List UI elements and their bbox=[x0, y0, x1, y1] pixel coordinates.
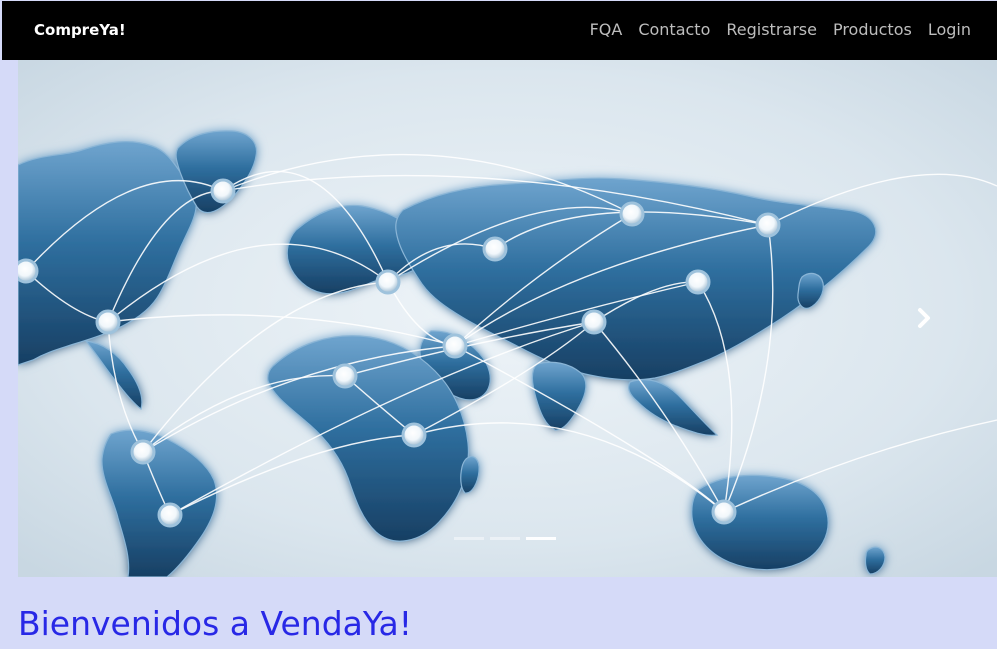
map-node bbox=[210, 178, 236, 204]
nav-link-contacto[interactable]: Contacto bbox=[638, 20, 710, 39]
map-node bbox=[482, 236, 508, 262]
map-node bbox=[442, 333, 468, 359]
map-node bbox=[375, 269, 401, 295]
brand-logo[interactable]: CompreYa! bbox=[34, 21, 126, 39]
nav-link-productos[interactable]: Productos bbox=[833, 20, 912, 39]
page: CompreYa! FQA Contacto Registrarse Produ… bbox=[0, 0, 997, 652]
map-node bbox=[130, 439, 156, 465]
map-node bbox=[95, 309, 121, 335]
nav-link-login[interactable]: Login bbox=[928, 20, 971, 39]
carousel-indicator-2[interactable] bbox=[490, 537, 520, 540]
map-node bbox=[581, 309, 607, 335]
top-navbar: CompreYa! FQA Contacto Registrarse Produ… bbox=[2, 1, 997, 60]
carousel-next-button[interactable] bbox=[912, 304, 936, 332]
nav-link-registrarse[interactable]: Registrarse bbox=[726, 20, 817, 39]
carousel-indicators bbox=[454, 537, 556, 540]
map-node bbox=[401, 422, 427, 448]
map-node bbox=[711, 499, 737, 525]
map-node bbox=[18, 258, 39, 284]
map-node bbox=[619, 201, 645, 227]
nav-link-fqa[interactable]: FQA bbox=[590, 20, 623, 39]
carousel-indicator-1[interactable] bbox=[454, 537, 484, 540]
carousel-indicator-3-active[interactable] bbox=[526, 537, 556, 540]
map-node bbox=[332, 363, 358, 389]
chevron-right-icon bbox=[918, 308, 930, 328]
navigation-links: FQA Contacto Registrarse Productos Login bbox=[590, 20, 971, 39]
world-map-network-image bbox=[18, 60, 997, 577]
welcome-heading: Bienvenidos a VendaYa! bbox=[18, 604, 412, 643]
image-carousel[interactable] bbox=[18, 60, 997, 577]
map-node bbox=[157, 502, 183, 528]
map-node bbox=[755, 212, 781, 238]
map-node bbox=[685, 269, 711, 295]
